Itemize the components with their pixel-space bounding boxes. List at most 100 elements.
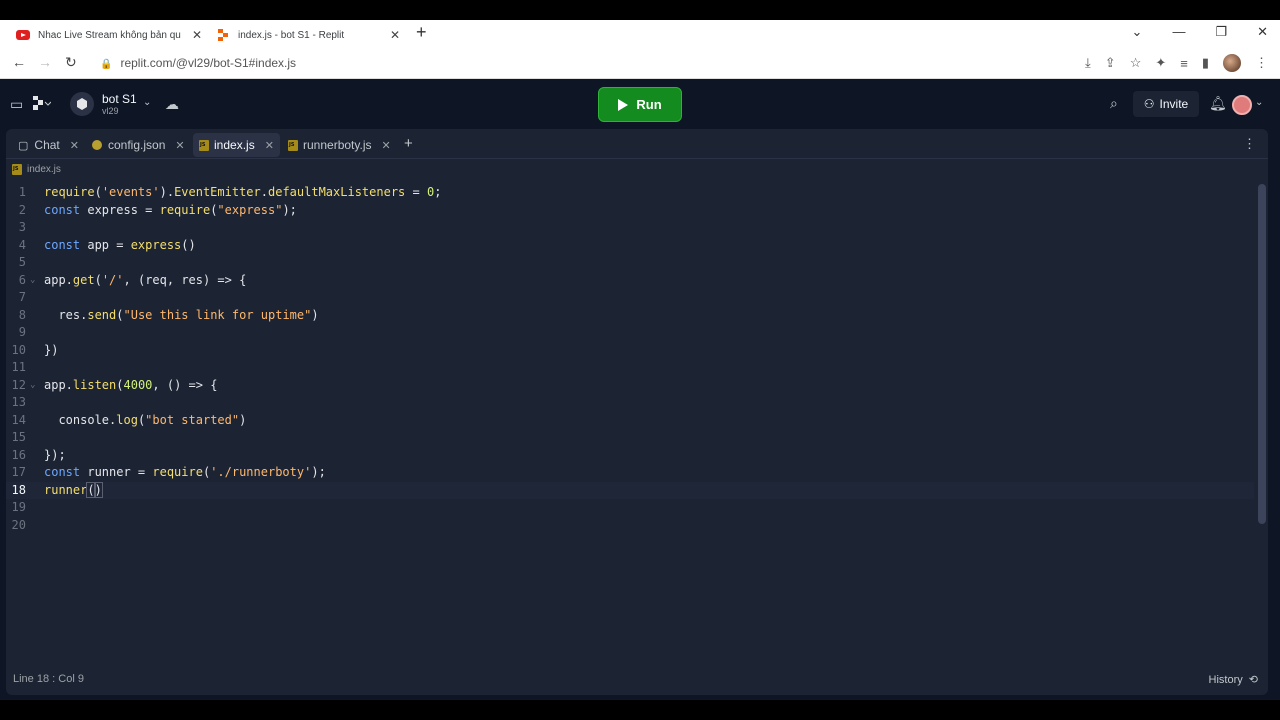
replit-logo-icon[interactable] bbox=[33, 96, 52, 113]
repl-user: vl29 bbox=[102, 106, 119, 116]
play-icon bbox=[618, 98, 629, 111]
sidepanel-icon[interactable]: ▮ bbox=[1202, 55, 1209, 71]
fold-chevron-icon[interactable]: ⌄ bbox=[30, 272, 35, 290]
repl-icon[interactable] bbox=[70, 92, 94, 116]
close-icon[interactable]: ✕ bbox=[192, 28, 202, 42]
chevron-down-icon[interactable]: ⌄ bbox=[1132, 24, 1143, 40]
run-button[interactable]: Run bbox=[598, 87, 682, 122]
history-label: History bbox=[1208, 673, 1243, 686]
browser-tab-replit[interactable]: index.js - bot S1 - Replit ✕ bbox=[216, 24, 400, 46]
cloud-sync-icon[interactable]: ☁ bbox=[165, 96, 179, 113]
code-line: 13 bbox=[11, 395, 26, 409]
back-icon[interactable]: ← bbox=[12, 54, 26, 70]
editor-scrollbar[interactable] bbox=[1258, 184, 1266, 524]
json-file-icon bbox=[92, 140, 102, 150]
window-controls: ⌄ — ❐ ✕ bbox=[1132, 24, 1268, 40]
close-icon[interactable]: ✕ bbox=[381, 139, 390, 152]
code-line: 9 bbox=[18, 325, 26, 339]
history-button[interactable]: History ⟲ bbox=[1208, 673, 1258, 687]
menu-icon[interactable]: ⋮ bbox=[1255, 55, 1268, 71]
status-bar: Line 18 : Col 9 History ⟲ bbox=[6, 669, 1268, 691]
code-line: 16}); bbox=[11, 447, 66, 462]
invite-label: Invite bbox=[1159, 97, 1189, 111]
code-line: 14 console.log("bot started") bbox=[11, 412, 247, 427]
code-line: 19 bbox=[11, 500, 26, 514]
cursor-position: Line 18 : Col 9 bbox=[13, 673, 84, 685]
browser-tab-title: index.js - bot S1 - Replit bbox=[238, 29, 345, 41]
minimize-icon[interactable]: — bbox=[1172, 24, 1185, 40]
js-file-icon bbox=[199, 139, 209, 151]
url-field[interactable]: 🔒 replit.com/@vl29/bot-S1#index.js bbox=[100, 56, 296, 70]
add-user-icon: ⚇ bbox=[1143, 97, 1155, 111]
breadcrumb: index.js bbox=[12, 164, 61, 175]
profile-avatar[interactable] bbox=[1223, 54, 1241, 72]
editor-tabs: ▢ Chat ✕ config.json ✕ index.js ✕ runner… bbox=[6, 129, 1268, 159]
code-line-current: 18 runner() bbox=[6, 481, 1254, 499]
close-window-icon[interactable]: ✕ bbox=[1257, 24, 1268, 40]
search-icon[interactable]: ⌕ bbox=[1110, 95, 1118, 112]
code-line: 10}) bbox=[11, 342, 59, 357]
bell-icon[interactable]: 🔔︎ bbox=[1209, 95, 1227, 112]
tab-label: index.js bbox=[214, 138, 255, 152]
youtube-icon bbox=[16, 28, 30, 42]
tab-chat[interactable]: ▢ Chat ✕ bbox=[12, 133, 85, 157]
code-editor[interactable]: 1 require('events').EventEmitter.defaultM… bbox=[6, 184, 1254, 624]
chevron-down-icon[interactable]: ⌄ bbox=[143, 97, 151, 108]
code-line: 17 const runner = require('./runnerboty')… bbox=[11, 465, 326, 479]
close-icon[interactable]: ✕ bbox=[265, 139, 274, 152]
editor-pane: ▢ Chat ✕ config.json ✕ index.js ✕ runner… bbox=[6, 129, 1268, 695]
code-line: 20 bbox=[11, 517, 26, 532]
code-line: 4 const app = express() bbox=[18, 237, 196, 252]
code-line: 12 ⌄ app.listen(4000, () => { bbox=[6, 377, 1254, 395]
code-line: 3 bbox=[18, 220, 26, 234]
maximize-icon[interactable]: ❐ bbox=[1215, 24, 1227, 40]
tab-label: runnerboty.js bbox=[303, 138, 372, 152]
letterbox-bottom bbox=[0, 700, 1280, 720]
screen: Nhac Live Stream không bản qu ✕ index.js… bbox=[0, 0, 1280, 720]
close-icon[interactable]: ✕ bbox=[390, 28, 400, 42]
media-icon[interactable]: ≡ bbox=[1180, 56, 1188, 71]
code-line: 1 require('events').EventEmitter.defaultM… bbox=[18, 185, 442, 199]
code-line: 11 bbox=[11, 360, 26, 374]
fold-chevron-icon[interactable]: ⌄ bbox=[30, 377, 35, 395]
app-header: ▭ bot S1 vl29 ⌄ ☁ Run ⌕ ⚇ Invite 🔔︎ ⌄ bbox=[0, 79, 1280, 129]
tab-label: Chat bbox=[34, 138, 60, 152]
browser-tab-title: Nhac Live Stream không bản qu bbox=[38, 29, 181, 41]
code-line: 2 const express = require("express"); bbox=[18, 202, 297, 217]
tab-config-json[interactable]: config.json ✕ bbox=[86, 133, 191, 157]
install-icon[interactable]: ⤓ bbox=[1085, 55, 1091, 71]
invite-button[interactable]: ⚇ Invite bbox=[1133, 91, 1199, 117]
browser-tab-youtube[interactable]: Nhac Live Stream không bản qu ✕ bbox=[16, 24, 202, 46]
forward-icon[interactable]: → bbox=[38, 54, 52, 70]
new-tab-button[interactable]: + bbox=[416, 22, 427, 43]
lock-icon: 🔒 bbox=[100, 59, 113, 70]
breadcrumb-file[interactable]: index.js bbox=[27, 164, 61, 175]
tab-label: config.json bbox=[108, 138, 166, 152]
code-line: 7 bbox=[18, 290, 26, 304]
replit-icon bbox=[216, 28, 230, 42]
chevron-down-icon[interactable]: ⌄ bbox=[1255, 97, 1263, 108]
url-text: replit.com/@vl29/bot-S1#index.js bbox=[120, 56, 297, 70]
js-file-icon bbox=[288, 139, 298, 151]
more-options-icon[interactable]: ⋮ bbox=[1243, 136, 1256, 152]
address-bar: ← → ↻ 🔒 replit.com/@vl29/bot-S1#index.js … bbox=[0, 48, 1280, 79]
share-icon[interactable]: ⇪ bbox=[1105, 55, 1116, 71]
browser-toolbar-icons: ⤓ ⇪ ☆ ✦ ≡ ▮ ⋮ bbox=[1085, 54, 1268, 72]
code-line: 8 res.send("Use this link for uptime") bbox=[18, 307, 319, 322]
chat-icon: ▢ bbox=[18, 139, 29, 152]
repl-name[interactable]: bot S1 bbox=[102, 92, 137, 106]
user-avatar[interactable] bbox=[1232, 95, 1252, 115]
tab-runnerboty-js[interactable]: runnerboty.js ✕ bbox=[282, 133, 397, 157]
close-icon[interactable]: ✕ bbox=[70, 139, 79, 152]
close-icon[interactable]: ✕ bbox=[175, 139, 184, 152]
reload-icon[interactable]: ↻ bbox=[65, 54, 77, 71]
add-tab-button[interactable]: + bbox=[404, 135, 413, 152]
tab-index-js[interactable]: index.js ✕ bbox=[193, 133, 280, 157]
sidebar-toggle-icon[interactable]: ▭ bbox=[10, 96, 23, 113]
replit-app: ▭ bot S1 vl29 ⌄ ☁ Run ⌕ ⚇ Invite 🔔︎ ⌄ ▢ … bbox=[0, 79, 1280, 700]
code-line: 15 bbox=[11, 430, 26, 444]
browser-tabstrip: Nhac Live Stream không bản qu ✕ index.js… bbox=[0, 20, 1280, 48]
star-icon[interactable]: ☆ bbox=[1130, 55, 1142, 71]
code-line: 5 bbox=[18, 255, 26, 269]
extensions-icon[interactable]: ✦ bbox=[1155, 55, 1166, 71]
